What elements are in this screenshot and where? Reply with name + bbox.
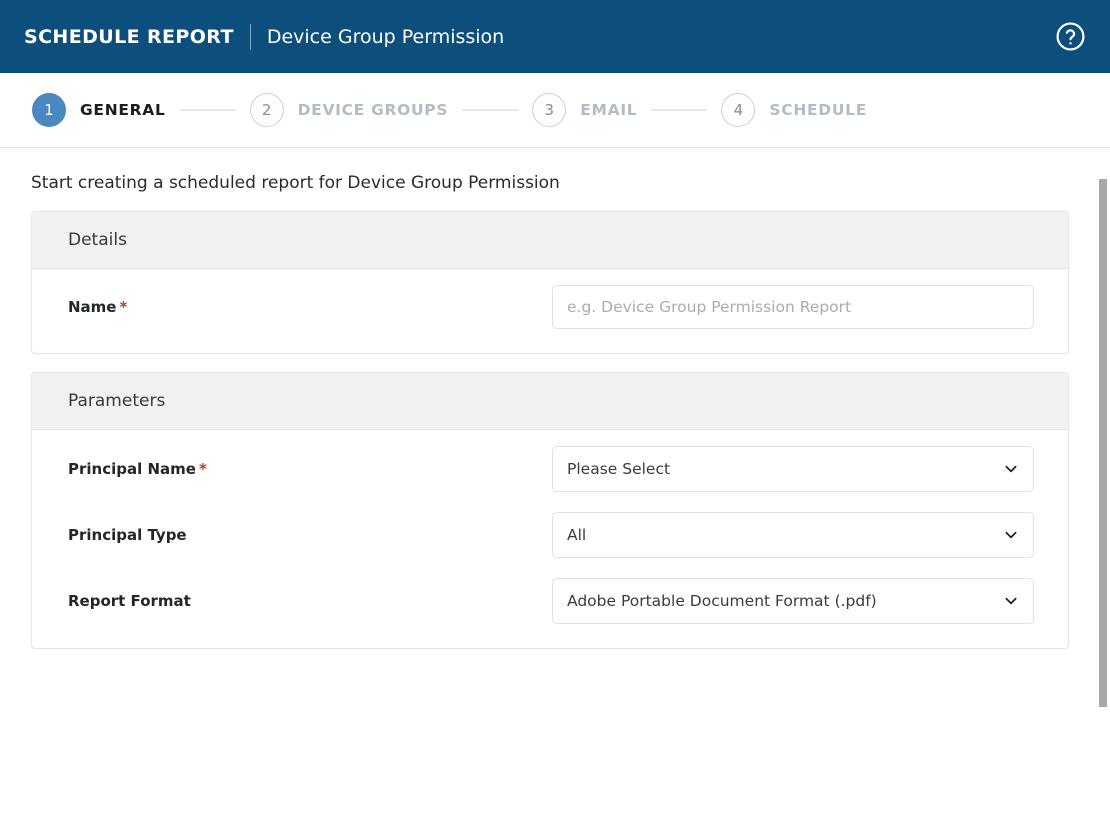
name-row: Name*	[32, 275, 1068, 339]
chevron-down-icon	[1003, 461, 1019, 477]
parameters-panel-body: Principal Name* Please Select	[32, 430, 1068, 648]
principal-name-select[interactable]: Please Select	[552, 446, 1034, 492]
principal-name-label: Principal Name	[68, 460, 196, 478]
step-number-3: 3	[532, 93, 566, 127]
wizard-body: Start creating a scheduled report for De…	[0, 148, 1110, 805]
step-schedule[interactable]: 4 SCHEDULE	[721, 93, 867, 127]
page-subtitle: Device Group Permission	[267, 26, 504, 48]
details-panel: Details Name*	[31, 211, 1069, 354]
step-connector-2	[462, 109, 518, 111]
step-label-email: EMAIL	[580, 101, 637, 119]
step-number-1: 1	[32, 93, 66, 127]
scroll-fade-overlay	[0, 759, 1110, 805]
intro-text: Start creating a scheduled report for De…	[0, 148, 1110, 193]
help-circle-icon[interactable]	[1054, 21, 1086, 53]
parameters-panel-title: Parameters	[32, 373, 1068, 430]
principal-type-field-wrap: All	[552, 512, 1034, 558]
report-format-select[interactable]: Adobe Portable Document Format (.pdf)	[552, 578, 1034, 624]
principal-name-field-wrap: Please Select	[552, 446, 1034, 492]
wizard-footer: CANCEL NEXT	[0, 805, 1110, 816]
wizard-stepper: 1 GENERAL 2 DEVICE GROUPS 3 EMAIL 4 SCHE…	[0, 73, 1110, 148]
chevron-down-icon	[1003, 527, 1019, 543]
report-format-label: Report Format	[68, 592, 191, 610]
page-title: SCHEDULE REPORT	[24, 26, 234, 48]
name-field-wrap	[552, 285, 1034, 329]
principal-type-label: Principal Type	[68, 526, 187, 544]
step-number-4: 4	[721, 93, 755, 127]
principal-type-row: Principal Type All	[32, 502, 1068, 568]
header-divider	[250, 24, 251, 50]
app-header: SCHEDULE REPORT Device Group Permission	[0, 0, 1110, 73]
details-panel-title: Details	[32, 212, 1068, 269]
step-label-schedule: SCHEDULE	[769, 101, 867, 119]
name-input[interactable]	[552, 285, 1034, 329]
step-device-groups[interactable]: 2 DEVICE GROUPS	[250, 93, 449, 127]
step-label-device-groups: DEVICE GROUPS	[298, 101, 449, 119]
principal-name-label-group: Principal Name*	[68, 460, 552, 478]
step-email[interactable]: 3 EMAIL	[532, 93, 637, 127]
scrollbar-thumb[interactable]	[1099, 179, 1107, 707]
required-asterisk: *	[119, 298, 127, 316]
principal-type-label-group: Principal Type	[68, 526, 552, 544]
details-panel-body: Name*	[32, 269, 1068, 353]
principal-type-select[interactable]: All	[552, 512, 1034, 558]
required-asterisk: *	[199, 460, 207, 478]
name-label: Name	[68, 298, 116, 316]
step-label-general: GENERAL	[80, 101, 166, 119]
report-format-field-wrap: Adobe Portable Document Format (.pdf)	[552, 578, 1034, 624]
report-format-row: Report Format Adobe Portable Document Fo…	[32, 568, 1068, 634]
report-format-label-group: Report Format	[68, 592, 552, 610]
report-format-value: Adobe Portable Document Format (.pdf)	[567, 592, 877, 610]
chevron-down-icon	[1003, 593, 1019, 609]
principal-name-row: Principal Name* Please Select	[32, 436, 1068, 502]
step-connector-3	[651, 109, 707, 111]
parameters-panel: Parameters Principal Name* Please Select	[31, 372, 1069, 649]
scrollbar-track[interactable]	[1098, 148, 1108, 805]
step-general[interactable]: 1 GENERAL	[32, 93, 166, 127]
step-number-2: 2	[250, 93, 284, 127]
schedule-report-wizard: SCHEDULE REPORT Device Group Permission …	[0, 0, 1110, 816]
name-label-group: Name*	[68, 298, 552, 316]
step-connector-1	[180, 109, 236, 111]
principal-type-value: All	[567, 526, 586, 544]
principal-name-value: Please Select	[567, 460, 670, 478]
